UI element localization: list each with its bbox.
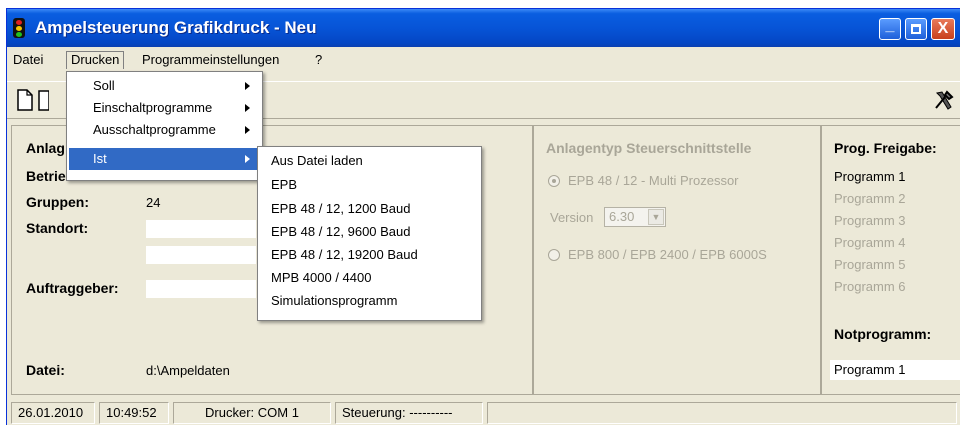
status-steuerung: Steuerung: ----------: [335, 402, 483, 424]
gruppen-value: 24: [146, 195, 161, 210]
version-select[interactable]: 6.30 ▼: [604, 207, 666, 227]
submenu-item-epb[interactable]: EPB: [260, 174, 479, 196]
status-time: 10:49:52: [99, 402, 169, 424]
menu-help[interactable]: ?: [311, 52, 326, 70]
maximize-icon: [911, 24, 921, 34]
notprogramm-field: Programm 1: [830, 360, 960, 380]
menu-item-label: Soll: [93, 78, 115, 93]
print-button[interactable]: [37, 88, 50, 112]
status-empty: [487, 402, 957, 424]
tools-button[interactable]: [933, 88, 955, 112]
menu-item-ausschaltprogramme[interactable]: Ausschaltprogramme: [69, 119, 260, 141]
minimize-icon: _: [885, 17, 895, 34]
menu-item-label: Ausschaltprogramme: [93, 122, 216, 137]
version-label: Version: [550, 210, 594, 225]
close-icon: X: [937, 20, 949, 37]
program-5[interactable]: Programm 5: [834, 257, 906, 272]
submenu-arrow-icon: [245, 82, 250, 90]
maximize-button[interactable]: [905, 18, 927, 40]
submenu-arrow-icon: [245, 155, 250, 163]
minimize-button[interactable]: _: [879, 18, 901, 40]
anlagentyp-panel: Anlagentyp Steuerschnittstelle EPB 48 / …: [533, 125, 821, 395]
menu-programmeinstellungen[interactable]: Programmeinstellungen: [138, 52, 283, 70]
datei-label: Datei:: [26, 362, 65, 378]
auftraggeber-label: Auftraggeber:: [26, 280, 119, 296]
title-bar[interactable]: Ampelsteuerung Grafikdruck - Neu _ X: [7, 9, 960, 47]
auftraggeber-field: [146, 280, 256, 298]
menu-item-einschaltprogramme[interactable]: Einschaltprogramme: [69, 97, 260, 119]
new-document-icon: [17, 89, 33, 111]
traffic-light-icon: [13, 18, 25, 38]
submenu-item-mpb[interactable]: MPB 4000 / 4400: [260, 267, 479, 289]
tools-icon: [935, 90, 954, 110]
ist-submenu: Aus Datei laden EPB EPB 48 / 12, 1200 Ba…: [257, 146, 482, 321]
menu-item-label: Ist: [93, 151, 107, 166]
submenu-item-epb-1200[interactable]: EPB 48 / 12, 1200 Baud: [260, 198, 479, 220]
notprogramm-value: Programm 1: [834, 362, 906, 377]
status-date: 26.01.2010: [11, 402, 95, 424]
standort-field-1: [146, 220, 256, 238]
program-2[interactable]: Programm 2: [834, 191, 906, 206]
menu-bar: Datei Drucken Programmeinstellungen ?: [7, 49, 960, 71]
submenu-arrow-icon: [245, 104, 250, 112]
program-4[interactable]: Programm 4: [834, 235, 906, 250]
submenu-item-simulationsprogramm[interactable]: Simulationsprogramm: [260, 290, 479, 312]
gruppen-label: Gruppen:: [26, 194, 89, 210]
submenu-arrow-icon: [245, 126, 250, 134]
standort-field-2: [146, 246, 256, 264]
chevron-down-icon: ▼: [648, 209, 664, 225]
version-value: 6.30: [609, 209, 635, 224]
freigabe-title: Prog. Freigabe:: [834, 140, 937, 156]
program-6[interactable]: Programm 6: [834, 279, 906, 294]
window-title: Ampelsteuerung Grafikdruck - Neu: [35, 18, 317, 37]
print-icon: [38, 90, 50, 111]
program-1[interactable]: Programm 1: [834, 169, 906, 184]
drucken-menu: Soll Einschaltprogramme Ausschaltprogram…: [66, 71, 263, 181]
menu-item-label: Einschaltprogramme: [93, 100, 213, 115]
notprogramm-title: Notprogramm:: [834, 326, 932, 342]
status-drucker: Drucker: COM 1: [173, 402, 331, 424]
menu-drucken[interactable]: Drucken: [66, 51, 125, 69]
menu-datei[interactable]: Datei: [9, 52, 47, 70]
epb800-label: EPB 800 / EPB 2400 / EPB 6000S: [568, 247, 767, 262]
submenu-item-aus-datei-laden[interactable]: Aus Datei laden: [260, 150, 479, 172]
menu-item-soll[interactable]: Soll: [69, 75, 260, 97]
program-3[interactable]: Programm 3: [834, 213, 906, 228]
menu-item-ist[interactable]: Ist: [69, 148, 260, 170]
epb800-radio[interactable]: [548, 249, 560, 261]
app-window: Ampelsteuerung Grafikdruck - Neu _ X Dat…: [6, 8, 960, 425]
epb48-radio[interactable]: [548, 175, 560, 187]
datei-value: d:\Ampeldaten: [146, 363, 230, 378]
submenu-item-epb-9600[interactable]: EPB 48 / 12, 9600 Baud: [260, 221, 479, 243]
submenu-item-epb-19200[interactable]: EPB 48 / 12, 19200 Baud: [260, 244, 479, 266]
anlage-label: Anlag: [26, 140, 65, 156]
close-button[interactable]: X: [931, 18, 955, 40]
new-document-button[interactable]: [15, 88, 37, 112]
freigabe-panel: Prog. Freigabe: Programm 1 Programm 2 Pr…: [821, 125, 960, 395]
status-bar: 26.01.2010 10:49:52 Drucker: COM 1 Steue…: [7, 399, 960, 426]
anlagentyp-title: Anlagentyp Steuerschnittstelle: [546, 140, 752, 156]
epb48-label: EPB 48 / 12 - Multi Prozessor: [568, 173, 739, 188]
standort-label: Standort:: [26, 220, 89, 236]
